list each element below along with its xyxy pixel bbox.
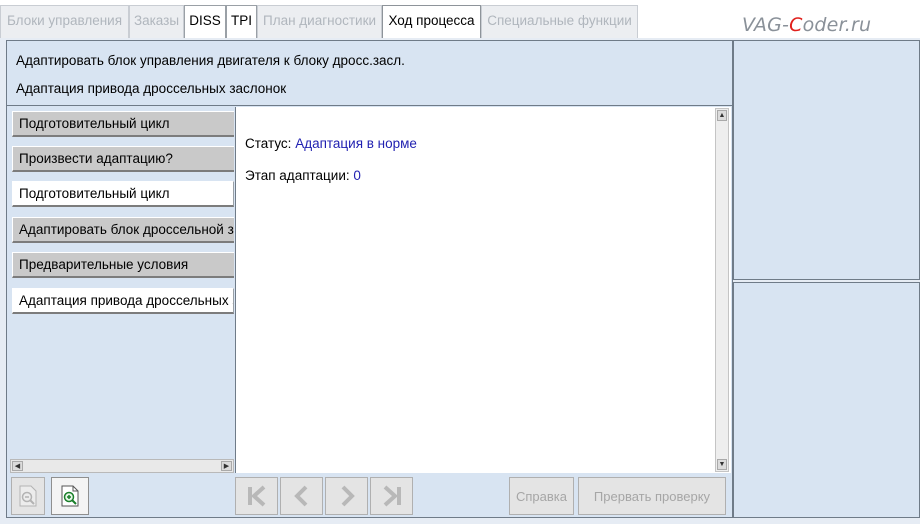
chevron-left-icon [293, 485, 307, 507]
zoom-in-button[interactable] [51, 477, 89, 515]
content-vertical-scrollbar[interactable]: ▲ ▼ [715, 108, 729, 472]
tab-orders[interactable]: Заказы [129, 5, 184, 38]
help-button[interactable]: Справка [509, 477, 574, 515]
brand-suffix: oder.ru [802, 14, 872, 36]
last-step-button[interactable] [370, 477, 413, 515]
process-content-panel: Статус: Адаптация в норме Этап адаптации… [235, 107, 731, 473]
step-list: Подготовительный цикл Произвести адаптац… [10, 107, 234, 459]
zoom-out-button[interactable] [11, 477, 45, 515]
previous-step-button[interactable] [280, 477, 323, 515]
bottom-toolbar: Справка Прервать проверку [7, 473, 732, 517]
site-watermark: VAG-Coder.ru [742, 14, 871, 36]
step-item[interactable]: Подготовительный цикл [12, 181, 234, 207]
scroll-left-arrow-icon[interactable]: ◀ [12, 461, 23, 471]
header-divider [7, 105, 732, 106]
chevron-right-icon [341, 485, 355, 507]
tab-tpi[interactable]: TPI [226, 5, 257, 38]
scroll-down-arrow-icon[interactable]: ▼ [717, 459, 727, 470]
zoom-in-icon [61, 485, 79, 507]
procedure-title: Адаптировать блок управления двигателя к… [16, 53, 405, 68]
skip-to-end-icon [383, 485, 401, 507]
tab-process-flow[interactable]: Ход процесса [382, 5, 481, 38]
abort-test-button[interactable]: Прервать проверку [578, 477, 726, 515]
tab-special-functions[interactable]: Специальные функции [481, 5, 638, 38]
scroll-up-arrow-icon[interactable]: ▲ [717, 110, 727, 121]
step-item[interactable]: Подготовительный цикл [12, 111, 234, 137]
next-step-button[interactable] [325, 477, 368, 515]
status-label: Статус: [245, 136, 296, 151]
step-item[interactable]: Адаптировать блок дроссельной заслонки [12, 217, 234, 243]
status-line: Статус: Адаптация в норме [245, 136, 417, 151]
step-item-current[interactable]: Адаптация привода дроссельных заслонок [12, 288, 234, 314]
skip-to-start-icon [247, 485, 265, 507]
status-value: Адаптация в норме [295, 136, 417, 151]
procedure-subtitle: Адаптация привода дроссельных заслонок [16, 81, 287, 96]
tab-diss[interactable]: DISS [184, 5, 226, 38]
stage-label: Этап адаптации: [245, 168, 354, 183]
stage-line: Этап адаптации: 0 [245, 168, 361, 183]
first-step-button[interactable] [235, 477, 278, 515]
tab-diagnostic-plan[interactable]: План диагностики [257, 5, 382, 38]
stage-value: 0 [353, 168, 361, 183]
step-item[interactable]: Предварительные условия [12, 252, 234, 278]
step-list-horizontal-scrollbar[interactable]: ◀ ▶ [10, 459, 234, 473]
right-lower-pane [733, 282, 920, 518]
tab-bar: Блоки управления Заказы DISS TPI План ди… [0, 0, 920, 38]
right-upper-pane [733, 40, 920, 280]
scroll-right-arrow-icon[interactable]: ▶ [221, 461, 232, 471]
brand-highlight: C [789, 14, 803, 36]
zoom-out-icon [19, 485, 37, 507]
step-item[interactable]: Произвести адаптацию? [12, 146, 234, 172]
brand-prefix: VAG- [742, 14, 790, 36]
tab-control-units[interactable]: Блоки управления [0, 5, 129, 38]
process-frame: Адаптировать блок управления двигателя к… [6, 40, 733, 518]
